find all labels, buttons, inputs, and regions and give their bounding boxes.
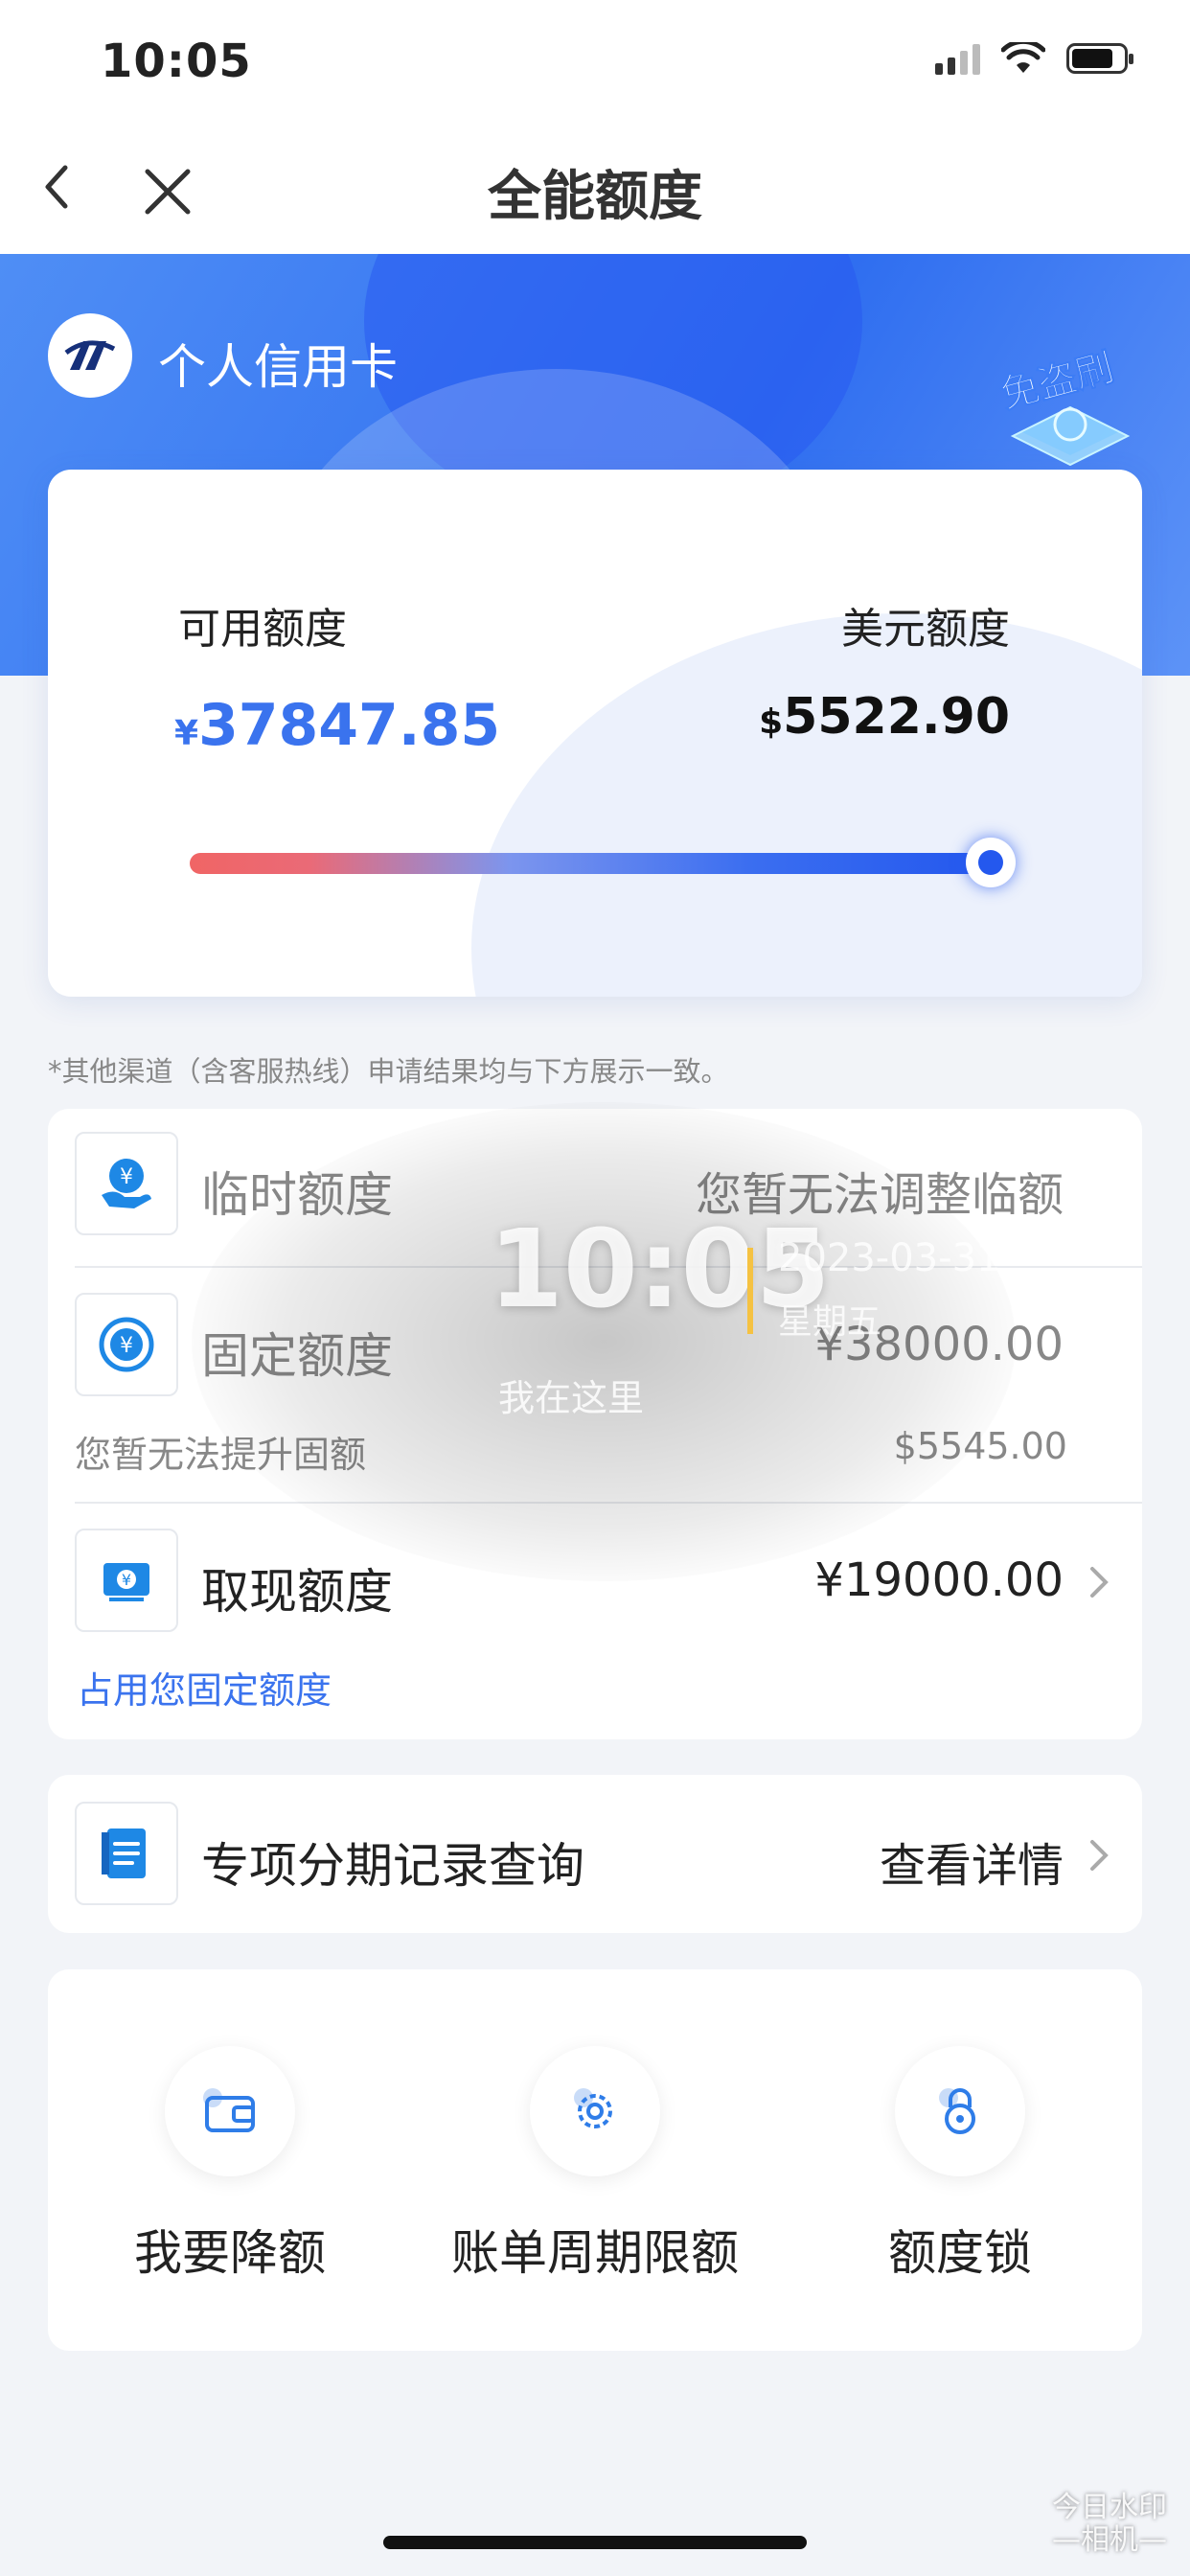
tools-card: 我要降额 账单周期限额 额度锁 [48,1969,1142,2351]
chevron-right-icon[interactable] [1085,1563,1113,1601]
gear-icon [530,2046,660,2176]
temporary-limit-icon: ¥ [75,1132,178,1235]
fixed-limit-title: 固定额度 [201,1328,393,1384]
watermark-brand: 今日水印 —相机— [1052,2492,1167,2557]
wallet-icon [165,2046,295,2176]
installment-record-title: 专项分期记录查询 [201,1838,584,1894]
usd-currency-symbol: $ [759,702,784,742]
limit-card: 可用额度 美元额度 ¥37847.85 $5522.90 [48,470,1142,997]
quota-card: ¥ 临时额度 您暂无法调整临额 ¥ 固定额度 ¥38000.00 您暂无法提升固… [48,1109,1142,1739]
fixed-limit-value: ¥38000.00 [814,1318,1064,1371]
divider [75,1266,1142,1268]
cash-limit-value[interactable]: ¥19000.00 [814,1553,1064,1607]
bank-name: 个人信用卡 [158,339,398,395]
battery-icon [1066,43,1133,74]
usd-limit-value: $5522.90 [759,688,1010,746]
fixed-limit-usd-value: $5545.00 [893,1425,1067,1467]
reduce-limit-label: 我要降额 [134,2225,326,2281]
limit-slider-track [190,853,989,874]
svg-text:¥: ¥ [122,1571,131,1589]
fixed-limit-note: 您暂无法提升固额 [75,1434,367,1476]
watermark-brand-line1: 今日水印 [1052,2491,1167,2524]
watermark-brand-line2: —相机— [1052,2523,1167,2557]
limit-lock-button[interactable]: 额度锁 [778,2046,1142,2284]
status-time: 10:05 [101,34,252,88]
notice-text: *其他渠道（含客服热线）申请结果均与下方展示一致。 [48,1055,729,1088]
bank-logo-icon [64,340,116,370]
anti-fraud-badge-text: 免盗刷 [996,345,1119,417]
billing-cycle-limit-button[interactable]: 账单周期限额 [413,2046,777,2284]
svg-text:¥: ¥ [120,1165,133,1189]
available-currency-symbol: ¥ [174,714,199,753]
bank-logo [48,313,132,398]
available-amount: 37847.85 [198,692,501,759]
limit-lock-label: 额度锁 [888,2225,1032,2281]
status-icons [935,42,1133,75]
fixed-limit-icon: ¥ [75,1293,178,1396]
cash-limit-icon: ¥ [75,1529,178,1632]
chevron-right-icon[interactable] [1085,1836,1113,1874]
temporary-limit-title: 临时额度 [201,1167,393,1223]
svg-text:¥: ¥ [120,1334,133,1358]
lock-icon [895,2046,1025,2176]
cellular-signal-icon [935,42,980,75]
home-indicator[interactable] [383,2536,807,2549]
reduce-limit-button[interactable]: 我要降额 [48,2046,412,2284]
temporary-limit-status: 您暂无法调整临额 [695,1168,1064,1222]
page-title: 全能额度 [488,166,702,228]
available-limit-value: ¥37847.85 [174,692,500,759]
cash-limit-title[interactable]: 取现额度 [201,1553,393,1622]
limit-slider-knob[interactable] [966,838,1016,887]
usd-limit-label: 美元额度 [841,605,1010,654]
view-details-link[interactable]: 查看详情 [880,1828,1064,1895]
document-icon [75,1802,178,1905]
billing-cycle-limit-label: 账单周期限额 [451,2225,739,2281]
available-limit-label: 可用额度 [178,605,347,654]
anti-fraud-badge: 免盗刷 [995,345,1131,467]
nav-bar: 全能额度 [0,125,1190,254]
usd-amount: 5522.90 [783,688,1010,746]
installment-record-row[interactable]: 专项分期记录查询 查看详情 [48,1775,1142,1933]
wifi-icon [1001,42,1045,73]
cash-limit-note: 占用您固定额度 [77,1669,332,1712]
divider [75,1502,1142,1504]
status-bar: 10:05 [0,0,1190,125]
